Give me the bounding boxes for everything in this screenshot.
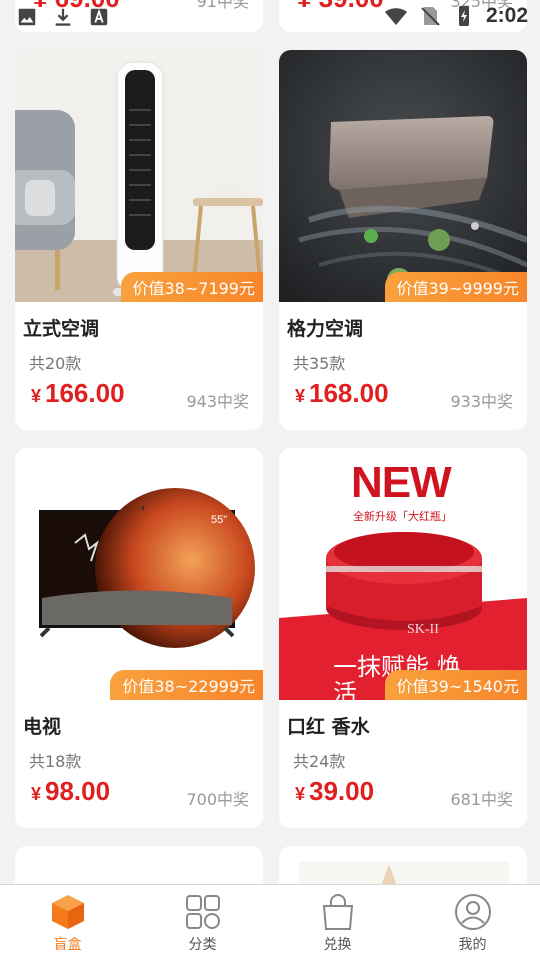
card-count: 共18款	[29, 752, 82, 771]
product-image: 价值38~7199元	[15, 50, 263, 302]
currency-symbol: ¥	[31, 386, 42, 406]
value-range-tag: 价值38~22999元	[110, 670, 263, 700]
product-card[interactable]: ¥ 69.00 91中奖	[15, 0, 263, 32]
air-conditioner-image	[279, 50, 527, 302]
product-card-tower-ac[interactable]: 价值38~7199元 立式空调 共20款 ¥166.00 943中奖	[15, 50, 263, 430]
box-icon	[51, 895, 84, 929]
value-range-tag: 价值39~9999元	[384, 272, 527, 302]
nav-label: 盲盒	[53, 937, 82, 953]
product-image: 55" 价值38~22999元	[15, 448, 263, 700]
product-card-tv[interactable]: 55" 价值38~22999元 电视 共18款 ¥98.00 700中奖	[15, 448, 263, 828]
card-winners: 933中奖	[450, 392, 513, 411]
card-price: ¥168.00	[295, 378, 389, 409]
price-value: 166.00	[45, 378, 125, 408]
card-price: ¥166.00	[31, 378, 125, 409]
card-price: ¥39.00	[295, 776, 374, 807]
nav-category[interactable]: 分类	[135, 885, 270, 960]
currency-symbol: ¥	[295, 386, 306, 406]
tower-fan-image	[15, 50, 263, 302]
card-title: 口红 香水	[287, 716, 370, 738]
card-title: 格力空调	[287, 318, 364, 340]
nav-label: 我的	[458, 937, 487, 953]
card-winners: 325中奖	[450, 0, 513, 11]
bottom-navigation: 盲盒 分类 兑换 我的	[0, 884, 540, 960]
card-price: ¥ 39.00	[297, 0, 384, 14]
card-count: 共24款	[293, 752, 346, 771]
card-price: ¥98.00	[31, 776, 110, 807]
product-image: 价值39~9999元	[279, 50, 527, 302]
promo-subtitle: 全新升级「大红瓶」	[353, 510, 452, 523]
product-card[interactable]: ¥ 39.00 325中奖	[279, 0, 527, 32]
nav-blind-box[interactable]: 盲盒	[0, 885, 135, 960]
price-value: 39.00	[309, 776, 375, 806]
card-count: 共20款	[29, 354, 82, 373]
nav-label: 分类	[188, 937, 217, 953]
bag-icon	[322, 894, 353, 930]
card-winners: 700中奖	[186, 790, 249, 809]
product-card-gree-ac[interactable]: 价值39~9999元 格力空调 共35款 ¥168.00 933中奖	[279, 50, 527, 430]
card-count: 共35款	[293, 354, 346, 373]
price-value: 98.00	[45, 776, 111, 806]
new-label: NEW	[351, 458, 452, 507]
nav-exchange[interactable]: 兑换	[270, 885, 405, 960]
product-grid: ¥ 69.00 91中奖 ¥ 39.00 325中奖	[15, 0, 527, 906]
card-title: 立式空调	[23, 318, 100, 340]
card-winners: 943中奖	[186, 392, 249, 411]
tv-size-badge: 55"	[211, 514, 228, 526]
nav-label: 兑换	[323, 937, 352, 953]
grid-icon	[185, 895, 220, 929]
product-image: NEW 全新升级「大红瓶」 SK-II 一抹赋能 焕活 价值39~1540元	[279, 448, 527, 700]
product-card-cosmetics[interactable]: NEW 全新升级「大红瓶」 SK-II 一抹赋能 焕活 价值39~1540元 口…	[279, 448, 527, 828]
value-range-tag: 价值39~1540元	[384, 670, 527, 700]
card-title: 电视	[23, 716, 62, 738]
currency-symbol: ¥	[31, 784, 42, 804]
card-winners: 681中奖	[450, 790, 513, 809]
card-price: ¥ 69.00	[33, 0, 120, 14]
price-value: 168.00	[309, 378, 389, 408]
card-winners: 91中奖	[196, 0, 249, 11]
user-icon	[454, 894, 491, 930]
television-image	[39, 488, 255, 648]
currency-symbol: ¥	[295, 784, 306, 804]
nav-profile[interactable]: 我的	[405, 885, 540, 960]
brand-label: SK-II	[407, 622, 439, 637]
value-range-tag: 价值38~7199元	[120, 272, 263, 302]
